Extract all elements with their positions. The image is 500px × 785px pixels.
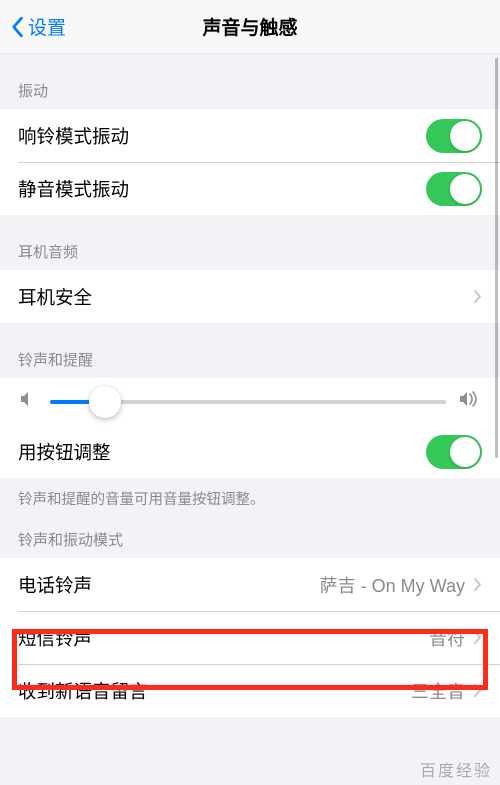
scrollbar[interactable] <box>495 58 498 458</box>
chevron-left-icon <box>10 16 24 38</box>
group-headphone: 耳机安全 <box>0 270 500 323</box>
content-scroll[interactable]: 振动 响铃模式振动 静音模式振动 耳机音频 耳机安全 铃声和提醒 <box>0 54 500 785</box>
row-ringtone[interactable]: 电话铃声 萨吉 - On My Way <box>0 558 500 611</box>
group-header-headphone: 耳机音频 <box>0 215 500 270</box>
row-button-adjust[interactable]: 用按钮调整 <box>0 425 500 478</box>
row-value: 三全音 <box>411 678 465 704</box>
row-label: 静音模式振动 <box>18 176 426 202</box>
toggle-ring-vibrate[interactable] <box>426 119 482 153</box>
group-ringer: 用按钮调整 <box>0 378 500 478</box>
group-header-patterns: 铃声和振动模式 <box>0 509 500 558</box>
row-voicemail[interactable]: 收到新语音留言 三全音 <box>0 664 500 717</box>
row-text-tone[interactable]: 短信铃声 音符 <box>0 611 500 664</box>
watermark: 百度经验 <box>420 757 492 781</box>
page-title: 声音与触感 <box>202 13 297 40</box>
back-label: 设置 <box>28 13 66 40</box>
row-headphone-safety[interactable]: 耳机安全 <box>0 270 500 323</box>
chevron-right-icon <box>473 683 482 698</box>
chevron-right-icon <box>473 289 482 304</box>
row-ring-vibrate[interactable]: 响铃模式振动 <box>0 109 500 162</box>
volume-low-icon <box>18 390 38 413</box>
row-label: 短信铃声 <box>18 625 429 651</box>
toggle-silent-vibrate[interactable] <box>426 172 482 206</box>
chevron-right-icon <box>473 630 482 645</box>
group-header-ringer: 铃声和提醒 <box>0 323 500 378</box>
toggle-button-adjust[interactable] <box>426 435 482 469</box>
row-value: 音符 <box>429 625 465 651</box>
row-value: 萨吉 - On My Way <box>320 572 465 598</box>
chevron-right-icon <box>473 577 482 592</box>
slider-thumb[interactable] <box>89 386 121 418</box>
volume-high-icon <box>458 390 482 413</box>
group-patterns: 电话铃声 萨吉 - On My Way 短信铃声 音符 收到新语音留言 三全音 <box>0 558 500 717</box>
row-label: 响铃模式振动 <box>18 123 426 149</box>
nav-bar: 设置 声音与触感 <box>0 0 500 54</box>
group-header-vibration: 振动 <box>0 54 500 109</box>
group-vibration: 响铃模式振动 静音模式振动 <box>0 109 500 215</box>
row-label: 收到新语音留言 <box>18 678 411 704</box>
row-label: 耳机安全 <box>18 284 473 310</box>
row-label: 用按钮调整 <box>18 439 426 465</box>
group-footer-ringer: 铃声和提醒的音量可用音量按钮调整。 <box>0 478 500 509</box>
row-silent-vibrate[interactable]: 静音模式振动 <box>0 162 500 215</box>
row-label: 电话铃声 <box>18 572 320 598</box>
row-volume-slider <box>0 378 500 425</box>
back-button[interactable]: 设置 <box>10 13 66 40</box>
volume-slider[interactable] <box>50 400 446 404</box>
